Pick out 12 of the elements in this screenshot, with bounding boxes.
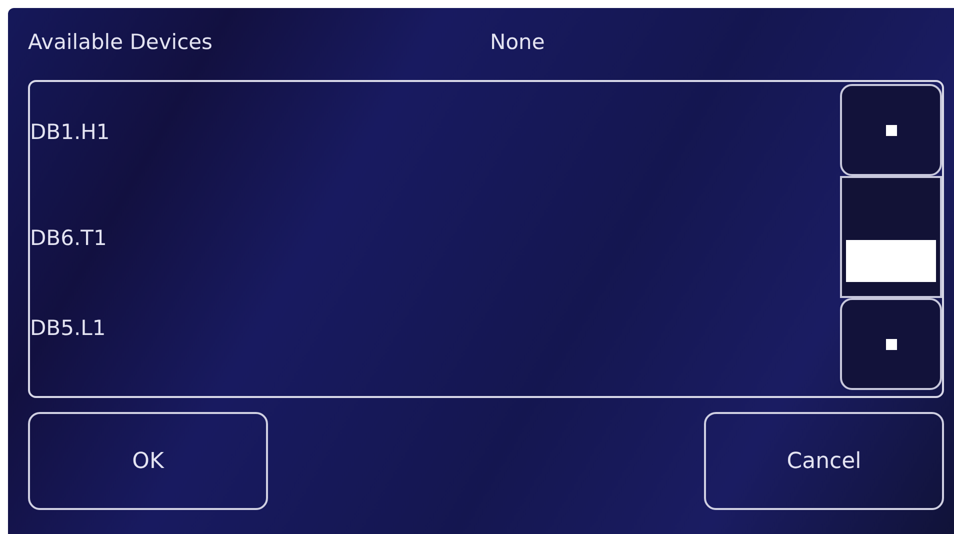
square-icon <box>886 124 896 136</box>
square-icon <box>886 338 896 350</box>
device-item[interactable]: DB6.T1 <box>30 226 107 250</box>
dialog-title: Available Devices <box>28 30 214 54</box>
selection-value: None <box>490 30 545 54</box>
dialog-button[interactable]: Cancel <box>704 412 944 510</box>
device-item[interactable]: DB1.H1 <box>30 120 110 144</box>
dialog-button[interactable]: OK <box>28 412 268 510</box>
scroll-thumb[interactable] <box>846 240 936 282</box>
scroll-up-button[interactable] <box>840 84 942 176</box>
scroll-down-button[interactable] <box>840 298 942 390</box>
device-item[interactable]: DB5.L1 <box>30 316 106 340</box>
